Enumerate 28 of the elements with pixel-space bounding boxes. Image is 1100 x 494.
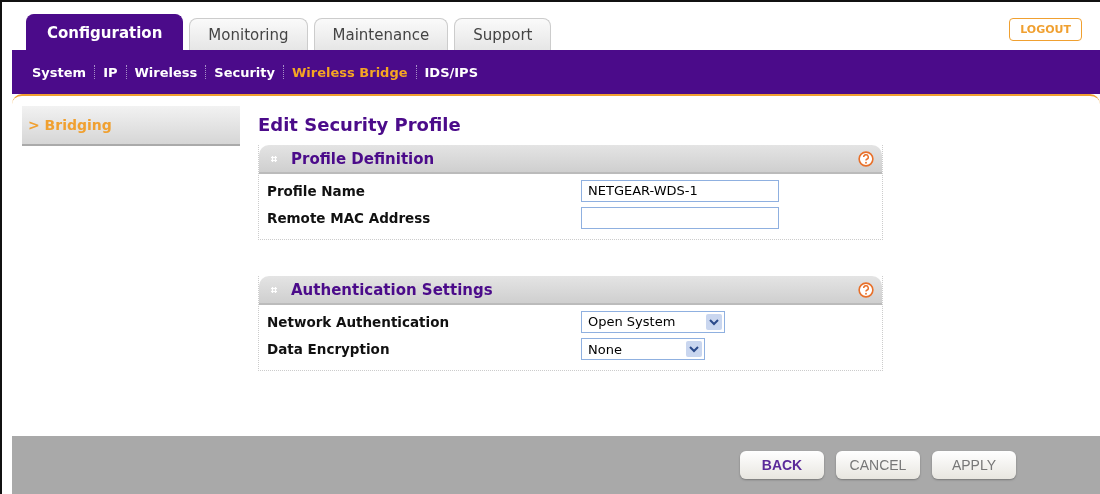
- subnav-link[interactable]: IP: [95, 64, 126, 80]
- caret-icon: [706, 313, 722, 330]
- page-title: Edit Security Profile: [258, 114, 462, 135]
- subnav-link[interactable]: IDS/IPS: [416, 64, 486, 80]
- grip-icon: [271, 155, 277, 162]
- subnav-link[interactable]: Security: [206, 64, 283, 80]
- field-label: Network Authentication: [267, 313, 451, 330]
- nav-tab[interactable]: Maintenance: [313, 18, 449, 50]
- subnav-link[interactable]: System: [24, 64, 95, 80]
- field-label: Data Encryption: [267, 341, 391, 357]
- panel-title: Authentication Settings: [291, 280, 494, 299]
- input-field[interactable]: [581, 207, 779, 229]
- subnav-link[interactable]: Wireless Bridge: [284, 64, 416, 80]
- field-label: Remote MAC Address: [267, 210, 432, 226]
- nav-tab[interactable]: Support: [454, 18, 552, 50]
- nav-tab[interactable]: Monitoring: [189, 18, 308, 50]
- dropdown[interactable]: None: [581, 338, 705, 360]
- field-label: Profile Name: [267, 182, 366, 199]
- help-icon[interactable]: [858, 281, 874, 298]
- dropdown[interactable]: Open System: [581, 310, 725, 333]
- panel-title: Profile Definition: [291, 149, 436, 168]
- action-button[interactable]: BACK: [740, 451, 824, 479]
- caret-icon: [686, 341, 702, 357]
- input-field[interactable]: NETGEAR-WDS-1: [581, 179, 779, 202]
- subnav-link[interactable]: Wireless: [126, 64, 206, 80]
- grip-icon: [271, 286, 277, 293]
- help-icon[interactable]: [858, 150, 874, 167]
- nav-tab[interactable]: Configuration: [26, 14, 184, 50]
